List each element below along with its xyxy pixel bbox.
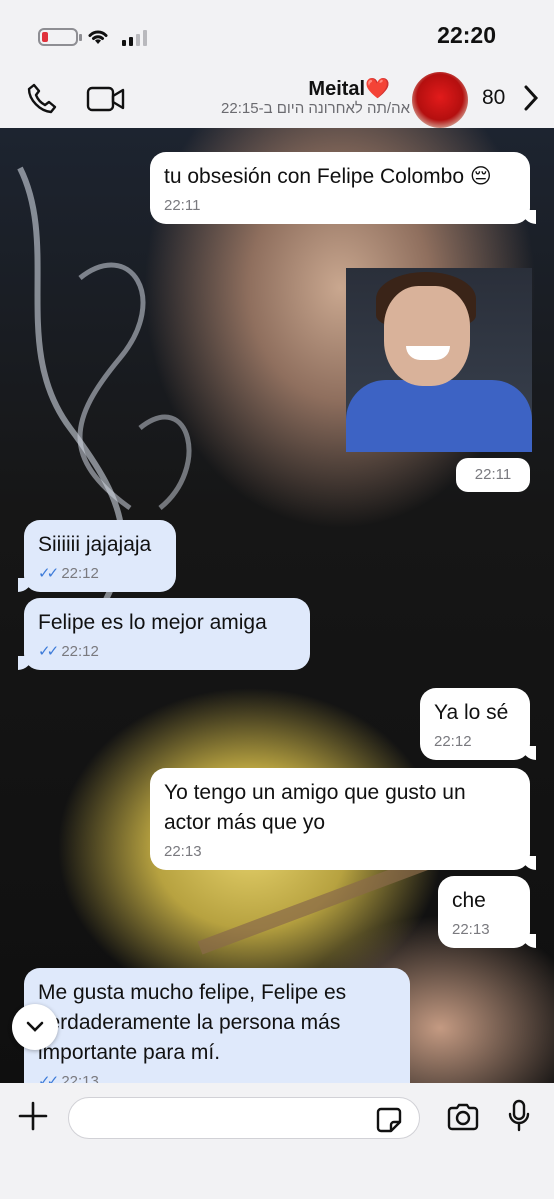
message-text: Yo tengo un amigo que gusto un actor más… — [164, 781, 466, 834]
contact-avatar[interactable] — [412, 72, 468, 128]
message-bubble-outgoing[interactable]: Yo tengo un amigo que gusto un actor más… — [150, 768, 536, 870]
voice-call-icon[interactable] — [26, 82, 58, 114]
message-composer — [0, 1083, 554, 1199]
message-text: Felipe es lo mejor amiga — [38, 611, 267, 634]
message-bubble-incoming[interactable]: Me gusta mucho felipe, Felipe es verdade… — [24, 968, 410, 1083]
message-bubble-outgoing[interactable]: che 22:13 — [438, 876, 536, 948]
read-receipt-icon: ✓✓ — [38, 565, 59, 582]
message-text: Me gusta mucho felipe, Felipe es verdade… — [38, 981, 347, 1064]
message-input[interactable] — [68, 1097, 420, 1139]
message-time-row: ✓✓ 22:12 — [38, 643, 99, 660]
sticker-icon[interactable] — [376, 1107, 402, 1133]
camera-icon[interactable] — [446, 1103, 480, 1131]
status-bar: 22:20 — [0, 0, 554, 70]
wifi-icon — [88, 30, 108, 44]
last-seen-status: אה/תה לאחרונה היום ב-22:15 — [221, 100, 410, 117]
plus-icon[interactable] — [18, 1101, 48, 1131]
message-text: Ya lo sé — [434, 701, 509, 724]
message-time-row: ✓✓ 22:12 — [38, 565, 99, 582]
photo-message-time: 22:11 — [456, 458, 530, 492]
contact-name[interactable]: Meital❤️ — [308, 76, 390, 101]
read-receipt-icon: ✓✓ — [38, 643, 59, 660]
unread-count-badge[interactable]: 80 — [482, 86, 505, 110]
scroll-to-bottom-button[interactable] — [12, 1004, 58, 1050]
chevron-down-icon — [26, 1021, 44, 1032]
message-bubble-incoming[interactable]: Siiiiii jajajaja ✓✓ 22:12 — [18, 520, 176, 592]
read-receipt-icon: ✓✓ — [38, 1073, 59, 1083]
microphone-icon[interactable] — [508, 1099, 530, 1133]
message-bubble-outgoing[interactable]: tu obsesión con Felipe Colombo 😔 22:11 — [150, 152, 536, 224]
message-text: che — [452, 889, 486, 912]
message-time: 22:11 — [164, 197, 201, 214]
message-text: Siiiiii jajajaja — [38, 533, 152, 556]
chat-header: Meital❤️ אה/תה לאחרונה היום ב-22:15 80 — [0, 70, 554, 128]
chevron-right-icon[interactable] — [522, 84, 540, 112]
message-time: 22:13 — [452, 921, 490, 938]
message-time: 22:13 — [164, 843, 202, 860]
message-time: 22:12 — [434, 733, 472, 750]
battery-icon — [38, 28, 82, 46]
status-time: 22:20 — [437, 22, 496, 48]
message-time-row: ✓✓ 22:13 — [38, 1072, 396, 1083]
message-bubble-incoming[interactable]: Felipe es lo mejor amiga ✓✓ 22:12 — [18, 598, 310, 670]
message-bubble-outgoing[interactable]: Ya lo sé 22:12 — [420, 688, 536, 760]
photo-message[interactable] — [346, 268, 532, 452]
cellular-signal-icon — [122, 30, 147, 46]
video-call-icon[interactable] — [86, 85, 126, 113]
message-text: tu obsesión con Felipe Colombo 😔 — [164, 165, 492, 188]
